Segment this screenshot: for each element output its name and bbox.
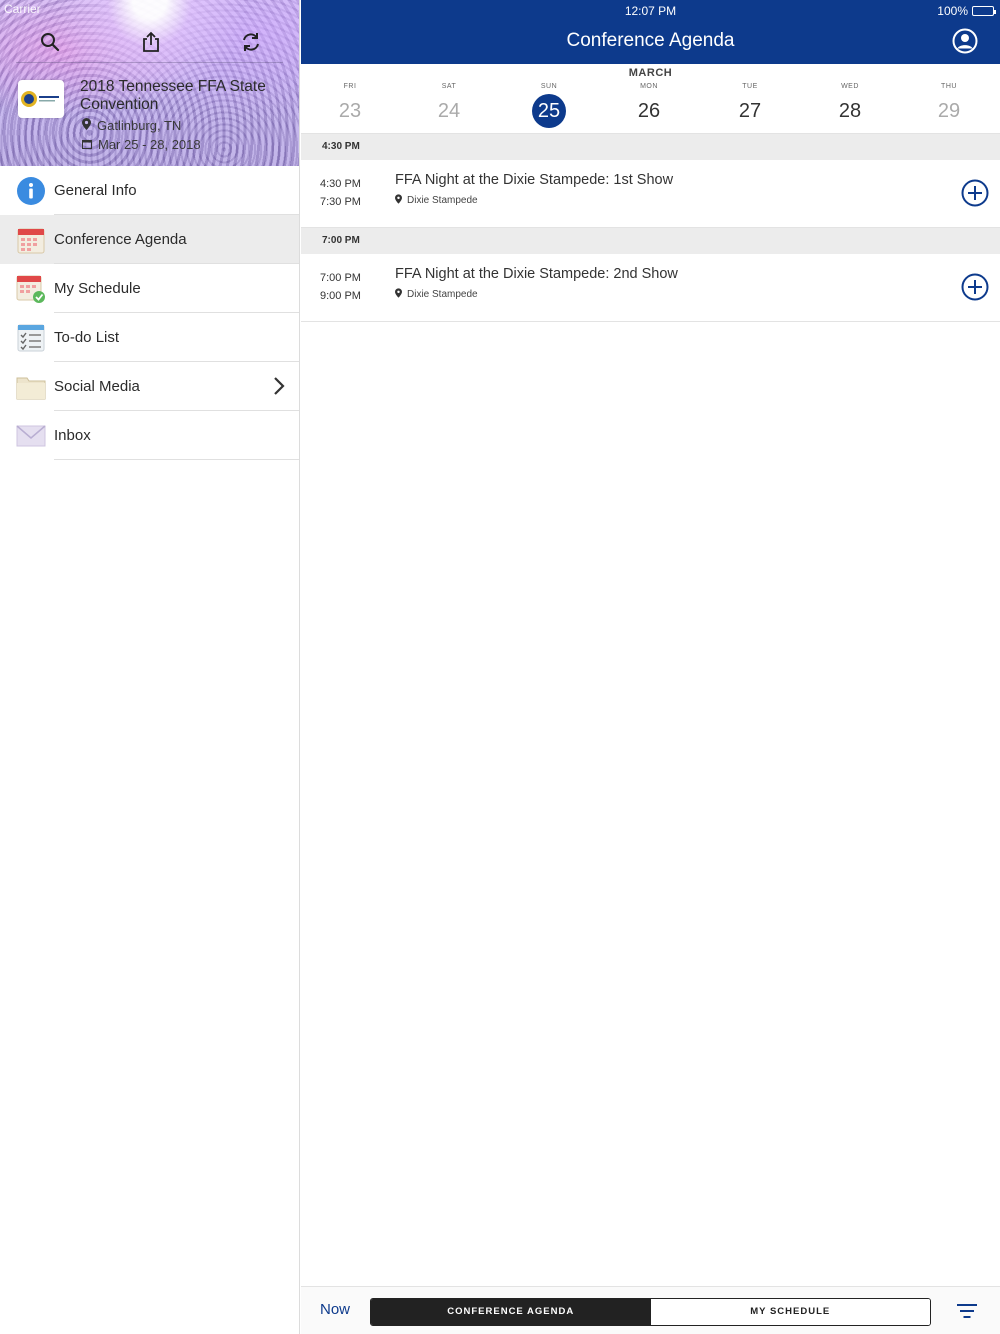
time-section-header: 7:00 PM [301,228,1000,254]
profile-icon[interactable] [952,28,978,54]
day-number: 27 [738,100,762,122]
session-location-text: Dixie Stampede [407,195,478,206]
map-pin-icon [395,288,402,301]
folder-icon [16,372,46,402]
map-pin-icon [395,194,402,207]
day-of-week: TUE [742,83,758,90]
event-logo [18,80,64,118]
info-icon [16,176,46,206]
tab-my-schedule[interactable]: MY SCHEDULE [650,1299,930,1325]
day-of-week: WED [841,83,859,90]
sidebar-toolbar [0,18,299,64]
sidebar-item-conference-agenda[interactable]: Conference Agenda [0,215,299,264]
toolbar-divider [16,62,283,63]
session-times: 4:30 PM 7:30 PM [320,175,361,211]
refresh-icon[interactable] [239,30,263,54]
sidebar-item-label: Inbox [54,427,91,444]
sidebar-item-general-info[interactable]: General Info [0,166,299,215]
event-title: 2018 Tennessee FFA State Convention [80,78,266,113]
date-strip: MARCH FRI 23 SAT 24 SUN 25 MON 26 TUE 27 [301,64,1000,134]
session-title: FFA Night at the Dixie Stampede: 1st Sho… [395,172,674,188]
day-number: 29 [937,100,961,122]
day-of-week: FRI [343,83,357,90]
agenda-list: 4:30 PM 4:30 PM 7:30 PM FFA Night at the… [301,134,1000,322]
day-of-week: SAT [441,83,457,90]
battery-indicator: 100% [937,4,996,18]
session-row[interactable]: 7:00 PM 9:00 PM FFA Night at the Dixie S… [301,254,1000,322]
checklist-icon [16,323,46,353]
session-row[interactable]: 4:30 PM 7:30 PM FFA Night at the Dixie S… [301,160,1000,228]
event-header: Carrier 2018 Tennessee FFA State Convent… [0,0,299,166]
session-location: Dixie Stampede [395,288,478,301]
view-segmented-control: CONFERENCE AGENDA MY SCHEDULE [370,1298,931,1326]
top-bar: 12:07 PM 100% Conference Agenda [301,0,1000,64]
page-title: Conference Agenda [566,30,735,51]
day-number: 24 [437,100,461,122]
sidebar: Carrier 2018 Tennessee FFA State Convent… [0,0,300,1334]
day-number: 23 [338,100,362,122]
day-number: 26 [637,100,661,122]
day-fri-23[interactable]: FRI 23 [320,80,380,128]
sidebar-item-inbox[interactable]: Inbox [0,411,299,460]
tab-conference-agenda[interactable]: CONFERENCE AGENDA [371,1299,651,1325]
sidebar-item-label: Social Media [54,378,140,395]
event-location: Gatlinburg, TN [82,118,181,133]
day-mon-26[interactable]: MON 26 [619,80,679,128]
add-to-schedule-icon[interactable] [961,273,989,301]
day-sun-25[interactable]: SUN 25 [519,80,579,128]
battery-icon [972,6,996,16]
session-end: 7:30 PM [320,196,361,208]
sidebar-menu: General Info Conference Agenda My Schedu… [0,166,299,460]
calendar-check-icon [16,274,46,304]
envelope-icon [16,421,46,451]
day-thu-29[interactable]: THU 29 [919,80,979,128]
search-icon[interactable] [38,30,62,54]
sidebar-item-todo-list[interactable]: To-do List [0,313,299,362]
status-time: 12:07 PM [624,4,677,18]
session-end: 9:00 PM [320,290,361,302]
session-start: 7:00 PM [320,272,361,284]
chevron-right-icon [273,376,285,401]
session-start: 4:30 PM [320,178,361,190]
session-location-text: Dixie Stampede [407,289,478,300]
session-location: Dixie Stampede [395,194,478,207]
map-pin-icon [82,118,91,133]
carrier-label: Carrier [4,2,41,16]
bottom-bar: Now CONFERENCE AGENDA MY SCHEDULE [301,1286,1000,1334]
day-of-week: THU [941,83,957,90]
event-dates-text: Mar 25 - 28, 2018 [98,137,201,152]
day-number: 28 [838,100,862,122]
session-title: FFA Night at the Dixie Stampede: 2nd Sho… [395,266,678,282]
day-number: 25 [532,94,566,128]
sidebar-item-label: My Schedule [54,280,141,297]
session-times: 7:00 PM 9:00 PM [320,269,361,305]
day-of-week: SUN [540,83,558,90]
event-dates: Mar 25 - 28, 2018 [82,137,201,152]
month-label: MARCH [628,67,673,79]
event-location-text: Gatlinburg, TN [97,118,182,133]
sidebar-item-my-schedule[interactable]: My Schedule [0,264,299,313]
day-sat-24[interactable]: SAT 24 [419,80,479,128]
time-section-header: 4:30 PM [301,134,1000,160]
add-to-schedule-icon[interactable] [961,179,989,207]
share-icon[interactable] [139,30,163,54]
calendar-small-icon [82,137,92,152]
day-wed-28[interactable]: WED 28 [820,80,880,128]
filter-icon[interactable] [956,1303,978,1321]
main-panel: 12:07 PM 100% Conference Agenda MARCH FR… [301,0,1000,1334]
sidebar-item-social-media[interactable]: Social Media [0,362,299,411]
sidebar-item-label: Conference Agenda [54,231,187,248]
day-tue-27[interactable]: TUE 27 [720,80,780,128]
sidebar-item-label: To-do List [54,329,120,346]
day-of-week: MON [640,83,658,90]
calendar-icon [16,225,46,255]
now-button[interactable]: Now [320,1301,350,1318]
sidebar-item-label: General Info [54,182,137,199]
battery-percent: 100% [937,4,968,18]
app-root: Carrier 2018 Tennessee FFA State Convent… [0,0,1000,1334]
